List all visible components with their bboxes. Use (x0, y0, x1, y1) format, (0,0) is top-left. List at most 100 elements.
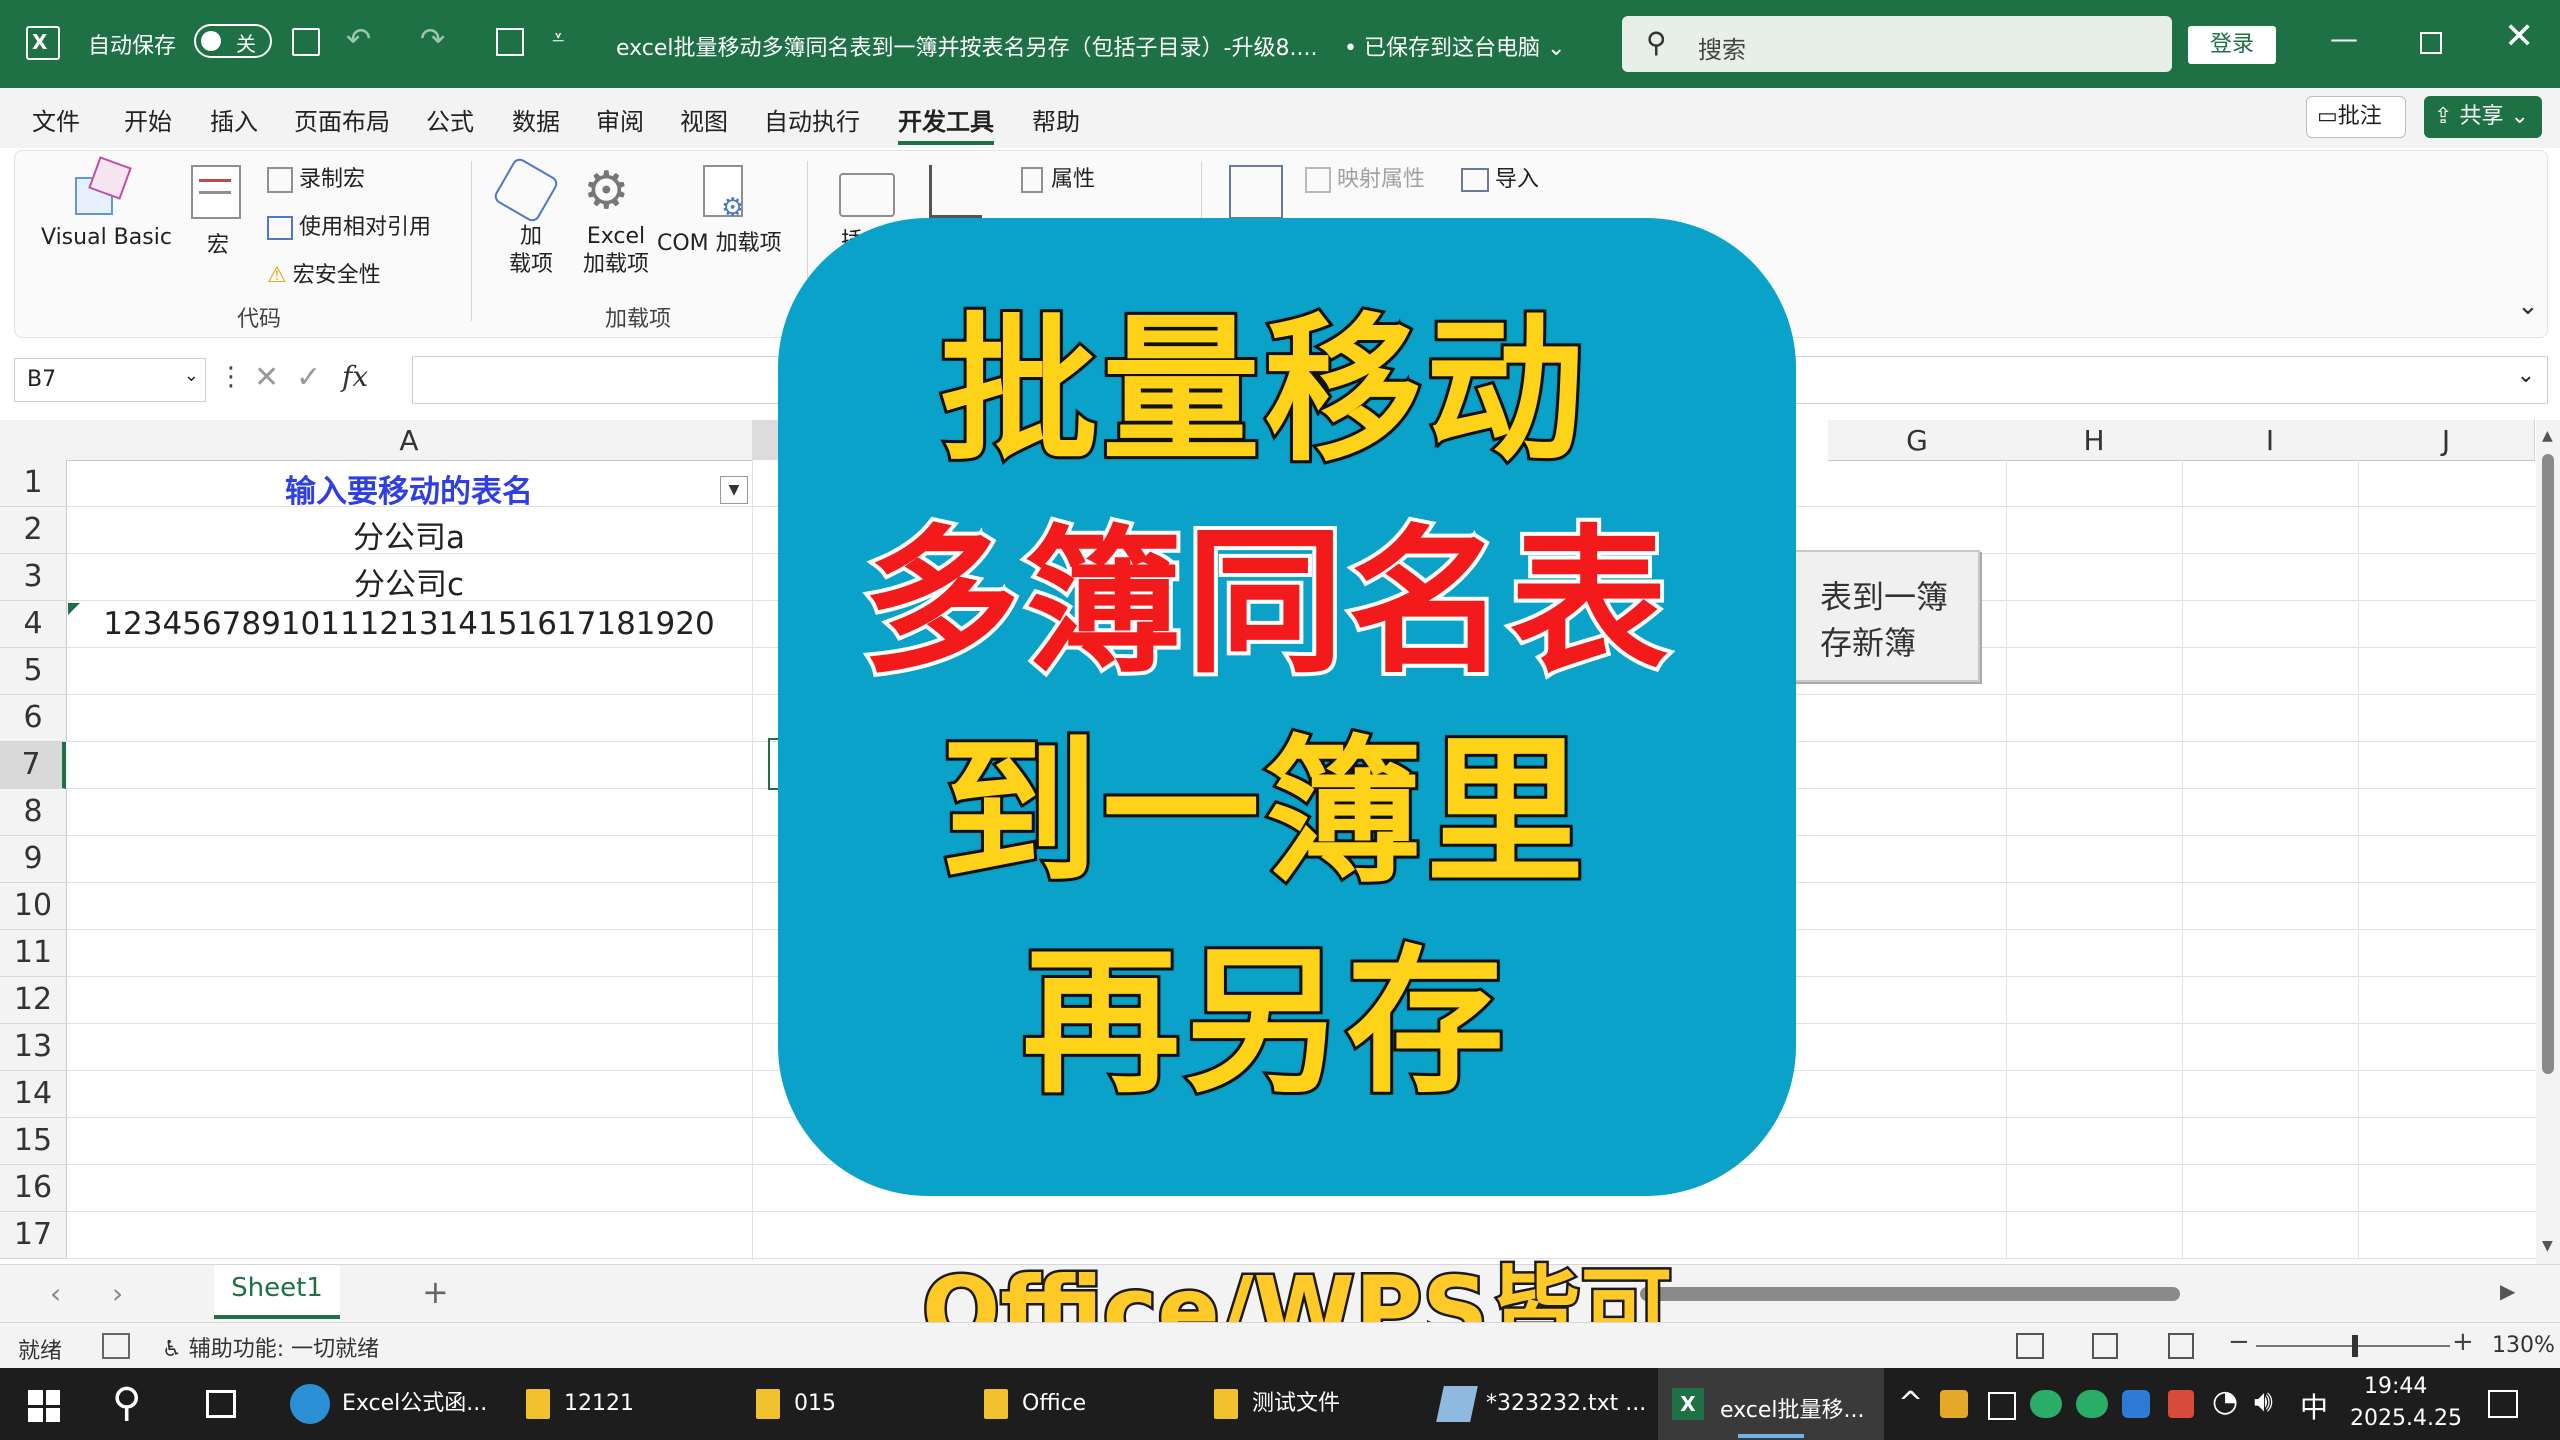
scroll-up-icon[interactable]: ▲ (2542, 428, 2553, 444)
column-header-a[interactable]: A (66, 420, 753, 461)
enter-icon[interactable]: ✓ (296, 360, 321, 395)
save-icon[interactable] (292, 28, 320, 56)
tab-developer[interactable]: 开发工具 (898, 102, 994, 145)
tray-blue-app-icon[interactable] (2122, 1390, 2150, 1418)
close-icon[interactable]: ✕ (2504, 16, 2534, 57)
column-header-j[interactable]: J (2358, 420, 2535, 461)
comments-button[interactable]: ▭批注 (2306, 96, 2406, 138)
wechat-icon[interactable] (2076, 1390, 2108, 1418)
column-header-i[interactable]: I (2182, 420, 2359, 461)
row-header-2[interactable]: 2 (0, 507, 67, 554)
cell-a2[interactable]: 分公司a (66, 512, 752, 557)
tab-review[interactable]: 审阅 (596, 102, 644, 137)
cancel-icon[interactable]: ✕ (254, 360, 279, 395)
restore-icon[interactable] (2420, 32, 2442, 54)
tab-insert[interactable]: 插入 (210, 102, 258, 137)
row-header-6[interactable]: 6 (0, 695, 67, 742)
cell-a1-header[interactable]: 输入要移动的表名 (66, 466, 752, 511)
row-header-3[interactable]: 3 (0, 554, 67, 601)
name-box[interactable]: B7 ⌄ (14, 358, 206, 402)
tab-file[interactable]: 文件 (32, 102, 80, 137)
taskbar-item-edge[interactable]: Excel公式函... (290, 1380, 487, 1428)
wechat-icon[interactable] (2030, 1390, 2062, 1418)
share-button[interactable]: ⇪ 共享 ⌄ (2424, 96, 2542, 138)
tab-formulas[interactable]: 公式 (426, 102, 474, 137)
clock-date[interactable]: 2025.4.25 (2350, 1406, 2462, 1431)
row-header-15[interactable]: 15 (0, 1118, 67, 1165)
select-all-corner[interactable] (0, 420, 67, 461)
cell-a4[interactable]: 1234567891011121314151617181920 (66, 606, 752, 642)
scroll-down-icon[interactable]: ▼ (2542, 1238, 2553, 1254)
taskbar-item-folder-12121[interactable]: 12121 (526, 1380, 634, 1428)
map-properties-button[interactable]: 映射属性 (1305, 161, 1425, 193)
zoom-slider-thumb[interactable] (2352, 1335, 2358, 1357)
windows-start-icon[interactable] (28, 1390, 60, 1422)
macros-button[interactable]: 宏 (207, 227, 229, 259)
undo-icon[interactable]: ↶ (346, 22, 371, 57)
signin-button[interactable]: 登录 (2188, 26, 2276, 64)
form-icon[interactable] (496, 28, 524, 56)
quick-access-dropdown-icon[interactable]: ⩡ (552, 26, 564, 51)
tab-page-layout[interactable]: 页面布局 (294, 102, 390, 137)
zoom-out-icon[interactable]: − (2228, 1327, 2250, 1357)
row-header-13[interactable]: 13 (0, 1024, 67, 1071)
sheet-tab-sheet1[interactable]: Sheet1 (214, 1265, 340, 1319)
column-header-g[interactable]: G (1828, 420, 2007, 461)
taskbar-item-folder-office[interactable]: Office (984, 1380, 1086, 1428)
redo-icon[interactable]: ↷ (420, 22, 445, 57)
tab-view[interactable]: 视图 (680, 102, 728, 137)
page-break-view-icon[interactable] (2168, 1333, 2194, 1359)
row-header-14[interactable]: 14 (0, 1071, 67, 1118)
import-button[interactable]: 导入 (1461, 161, 1539, 193)
save-status[interactable]: • 已保存到这台电脑 ⌄ (1344, 30, 1565, 62)
tray-app-icon[interactable] (1940, 1390, 1968, 1418)
tab-home[interactable]: 开始 (124, 102, 172, 137)
row-header-1[interactable]: 1 (0, 460, 67, 507)
vertical-scrollbar[interactable]: ▲ ▼ (2536, 420, 2560, 1264)
normal-view-icon[interactable] (2016, 1333, 2044, 1359)
row-header-4[interactable]: 4 (0, 601, 67, 648)
taskbar-item-notepad[interactable]: *323232.txt ... (1436, 1380, 1646, 1428)
wifi-icon[interactable]: ◔ (2212, 1384, 2238, 1419)
tab-help[interactable]: 帮助 (1032, 102, 1080, 137)
taskbar-item-excel-active[interactable]: X excel批量移... (1658, 1368, 1884, 1440)
tab-automate[interactable]: 自动执行 (764, 102, 860, 137)
visual-basic-button[interactable]: Visual Basic (41, 225, 172, 250)
row-header-5[interactable]: 5 (0, 648, 67, 695)
excel-addins-button[interactable]: Excel 加载项 (583, 223, 649, 279)
row-header-7[interactable]: 7 (0, 742, 66, 789)
clock-time[interactable]: 19:44 (2364, 1374, 2427, 1399)
cell-a3[interactable]: 分公司c (66, 559, 752, 604)
taskbar-item-folder-015[interactable]: 015 (756, 1380, 836, 1428)
minimize-icon[interactable]: — (2330, 22, 2358, 55)
row-header-16[interactable]: 16 (0, 1165, 67, 1212)
addins-button[interactable]: 加 载项 (509, 223, 553, 279)
accessibility-status[interactable]: ♿ 辅助功能: 一切就绪 (162, 1331, 379, 1363)
record-macro-button[interactable]: 录制宏 (267, 161, 365, 193)
more-options-icon[interactable]: ⋮ (218, 362, 244, 392)
column-header-h[interactable]: H (2006, 420, 2183, 461)
row-header-10[interactable]: 10 (0, 883, 67, 930)
page-layout-view-icon[interactable] (2092, 1333, 2118, 1359)
macro-record-icon[interactable] (102, 1333, 130, 1359)
column-header-b[interactable] (752, 420, 778, 460)
tray-red-app-icon[interactable] (2168, 1390, 2194, 1418)
search-input[interactable]: ⚲ 搜索 (1622, 16, 2172, 72)
add-sheet-button[interactable]: + (422, 1273, 449, 1311)
row-header-12[interactable]: 12 (0, 977, 67, 1024)
zoom-level[interactable]: 130% (2492, 1333, 2555, 1358)
scroll-right-icon[interactable]: ▶ (2500, 1279, 2515, 1303)
next-sheet-icon[interactable]: › (112, 1277, 123, 1310)
taskbar-item-folder-test[interactable]: 测试文件 (1214, 1380, 1340, 1428)
row-header-9[interactable]: 9 (0, 836, 67, 883)
prev-sheet-icon[interactable]: ‹ (50, 1277, 61, 1310)
filter-dropdown-icon[interactable]: ▼ (720, 476, 748, 504)
horizontal-scroll-thumb[interactable] (1640, 1287, 2180, 1301)
search-icon[interactable]: ⚲ (112, 1380, 141, 1426)
collapse-ribbon-icon[interactable]: ⌄ (2517, 291, 2539, 321)
tray-window-icon[interactable] (1988, 1392, 2016, 1420)
com-addins-button[interactable]: COM 加载项 (657, 225, 782, 257)
autosave-toggle[interactable]: 关 (194, 24, 272, 58)
row-header-11[interactable]: 11 (0, 930, 67, 977)
run-macro-button[interactable]: 表到一簿 存新簿 (1770, 550, 1980, 682)
